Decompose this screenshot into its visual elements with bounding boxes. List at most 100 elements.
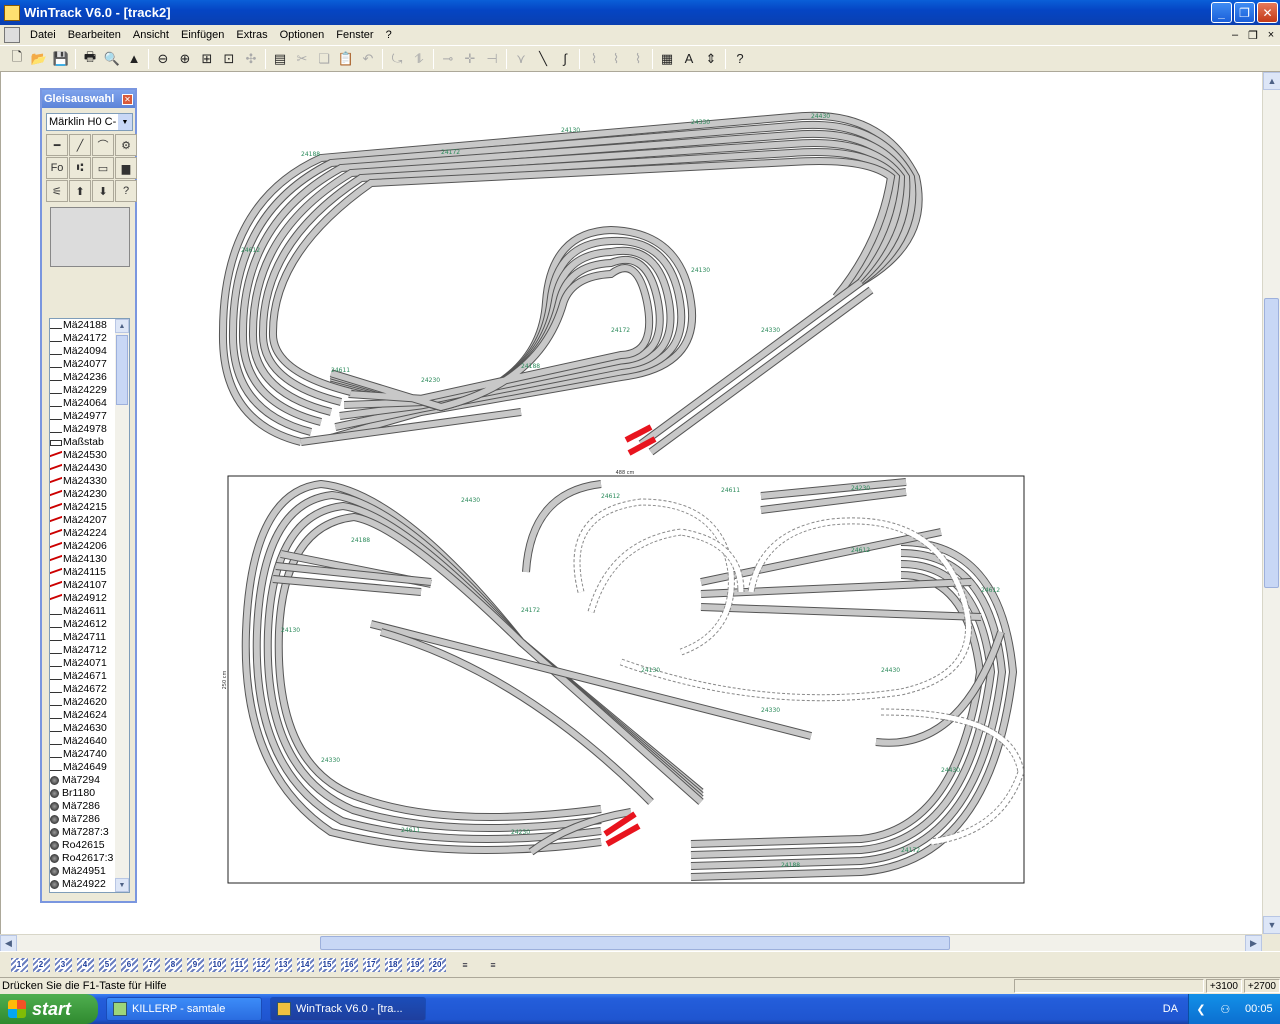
doc-minimize-button[interactable]: – bbox=[1226, 29, 1244, 42]
print-preview-icon[interactable]: 🔍 bbox=[101, 48, 123, 70]
list-item[interactable]: Mä24236 bbox=[50, 371, 116, 384]
list-item[interactable]: Ro42615 bbox=[50, 839, 116, 852]
layer-10-button[interactable]: 10 bbox=[206, 954, 228, 976]
turntable-icon[interactable]: ⚙ bbox=[115, 134, 137, 156]
zoom-fit-icon[interactable]: ✣ bbox=[240, 48, 262, 70]
list-item[interactable]: Mä24740 bbox=[50, 748, 116, 761]
flex-b-icon[interactable]: ⌇ bbox=[605, 48, 627, 70]
print-icon[interactable]: 🖶 bbox=[79, 48, 101, 70]
close-button[interactable]: ✕ bbox=[1257, 2, 1278, 23]
raise-icon[interactable]: ⬆ bbox=[69, 180, 91, 202]
track-selection-panel[interactable]: Gleisauswahl ✕ Märklin H0 C- ▼ ━ ╱ ⌒ ⚙ Fo ⑆ ▭ ▆… bbox=[40, 88, 137, 903]
list-item[interactable]: Mä24712 bbox=[50, 644, 116, 657]
list-scrollbar[interactable]: ▲ ▼ bbox=[115, 319, 129, 892]
text-icon[interactable]: A bbox=[678, 48, 700, 70]
list-item[interactable]: Mä24064 bbox=[50, 397, 116, 410]
rotate-icon[interactable]: ⤿ bbox=[386, 48, 408, 70]
context-help-icon[interactable]: ? bbox=[729, 48, 751, 70]
list-item[interactable]: Mä24922 bbox=[50, 878, 116, 891]
undo-icon[interactable]: ↶ bbox=[357, 48, 379, 70]
vertical-scrollbar[interactable]: ▲ ▼ bbox=[1262, 72, 1280, 934]
list-item[interactable]: Mä24711 bbox=[50, 631, 116, 644]
list-scroll-down-icon[interactable]: ▼ bbox=[115, 878, 129, 892]
zoom-in-icon[interactable]: ⊕ bbox=[174, 48, 196, 70]
network-icon[interactable]: ⚇ bbox=[1220, 1003, 1230, 1016]
menu-optionen[interactable]: Optionen bbox=[274, 29, 331, 41]
scroll-up-icon[interactable]: ▲ bbox=[1263, 72, 1280, 90]
scroll-left-icon[interactable]: ◀ bbox=[0, 935, 17, 952]
layer-13-button[interactable]: 13 bbox=[272, 954, 294, 976]
panel-title-bar[interactable]: Gleisauswahl ✕ bbox=[42, 90, 135, 108]
list-item[interactable]: Mä24649 bbox=[50, 761, 116, 774]
track-plan[interactable]: 24188 24172 24130 24330 24430 24612 24611 24230… bbox=[1, 72, 1262, 934]
building-icon[interactable]: ▭ bbox=[92, 157, 114, 179]
layer-6-button[interactable]: 6 bbox=[118, 954, 140, 976]
list-item[interactable]: Mä24115 bbox=[50, 566, 116, 579]
signal-icon[interactable]: ⑆ bbox=[69, 157, 91, 179]
layer-15-button[interactable]: 15 bbox=[316, 954, 338, 976]
list-item[interactable]: Mä24912 bbox=[50, 592, 116, 605]
list-item[interactable]: Mä7286 bbox=[50, 813, 116, 826]
split-icon[interactable]: ⊣ bbox=[481, 48, 503, 70]
layer-1-button[interactable]: 1 bbox=[8, 954, 30, 976]
flex-curve-icon[interactable]: ╲ bbox=[532, 48, 554, 70]
height-icon[interactable]: ⇕ bbox=[700, 48, 722, 70]
task-killerp[interactable]: KILLERP - samtale bbox=[106, 997, 262, 1021]
list-scroll-thumb[interactable] bbox=[116, 335, 128, 405]
list-item[interactable]: Mä24640 bbox=[50, 735, 116, 748]
layer-16-button[interactable]: 16 bbox=[338, 954, 360, 976]
scroll-down-icon[interactable]: ▼ bbox=[1263, 916, 1280, 934]
list-item[interactable]: Mä24188 bbox=[50, 319, 116, 332]
menu-fenster[interactable]: Fenster bbox=[330, 29, 379, 41]
menu-extras[interactable]: Extras bbox=[230, 29, 273, 41]
layer-7-button[interactable]: 7 bbox=[140, 954, 162, 976]
mirror-icon[interactable]: ⥮ bbox=[408, 48, 430, 70]
list-item[interactable]: Ro42617:3 bbox=[50, 852, 116, 865]
layer-17-button[interactable]: 17 bbox=[360, 954, 382, 976]
list-item[interactable]: Mä24215 bbox=[50, 501, 116, 514]
scroll-right-icon[interactable]: ▶ bbox=[1245, 935, 1262, 952]
layer-settings-icon[interactable]: ≡ bbox=[482, 954, 504, 976]
list-item[interactable]: Mä24172 bbox=[50, 332, 116, 345]
list-item[interactable]: Mä24951 bbox=[50, 865, 116, 878]
language-indicator[interactable]: DA bbox=[1163, 1003, 1178, 1015]
crane-icon[interactable]: ⚟ bbox=[46, 180, 68, 202]
flex-c-icon[interactable]: ⌇ bbox=[627, 48, 649, 70]
list-item[interactable]: Mä24230 bbox=[50, 488, 116, 501]
list-item[interactable]: Mä24229 bbox=[50, 384, 116, 397]
list-item[interactable]: Mä24672 bbox=[50, 683, 116, 696]
align-icon[interactable]: ✛ bbox=[459, 48, 481, 70]
wintrack-app-icon[interactable] bbox=[4, 4, 20, 21]
list-item[interactable]: Mä24671 bbox=[50, 670, 116, 683]
turnout-icon[interactable]: ⌒ bbox=[92, 134, 114, 156]
layer-11-button[interactable]: 11 bbox=[228, 954, 250, 976]
clock[interactable]: 00:05 bbox=[1245, 1003, 1273, 1015]
layer-3-button[interactable]: 3 bbox=[52, 954, 74, 976]
list-item[interactable]: Mä7286 bbox=[50, 800, 116, 813]
layer-all-icon[interactable]: ≡ bbox=[454, 954, 476, 976]
list-item[interactable]: Mä24977 bbox=[50, 410, 116, 423]
menu-datei[interactable]: Datei bbox=[24, 29, 62, 41]
maximize-button[interactable]: ❐ bbox=[1234, 2, 1255, 23]
menu-ansicht[interactable]: Ansicht bbox=[127, 29, 175, 41]
menu-einfuegen[interactable]: Einfügen bbox=[175, 29, 230, 41]
layer-14-button[interactable]: 14 bbox=[294, 954, 316, 976]
help-icon[interactable]: ? bbox=[115, 180, 137, 202]
document-icon[interactable] bbox=[4, 27, 20, 43]
flex-bend-icon[interactable]: ∫ bbox=[554, 48, 576, 70]
list-item[interactable]: Mä24530 bbox=[50, 449, 116, 462]
vertical-scroll-thumb[interactable] bbox=[1264, 298, 1279, 588]
list-item[interactable]: Mä24612 bbox=[50, 618, 116, 631]
3d-view-icon[interactable]: ▲ bbox=[123, 48, 145, 70]
zoom-window-icon[interactable]: ⊞ bbox=[196, 48, 218, 70]
menu-bearbeiten[interactable]: Bearbeiten bbox=[62, 29, 127, 41]
cut-icon[interactable]: ✂ bbox=[291, 48, 313, 70]
minimize-button[interactable]: _ bbox=[1211, 2, 1232, 23]
doc-close-button[interactable]: × bbox=[1262, 29, 1280, 42]
layer-4-button[interactable]: 4 bbox=[74, 954, 96, 976]
horizontal-scroll-thumb[interactable] bbox=[320, 936, 950, 950]
copy-icon[interactable]: ❏ bbox=[313, 48, 335, 70]
tray-expand-icon[interactable]: ❮ bbox=[1196, 1003, 1205, 1016]
list-item[interactable]: Mä7294 bbox=[50, 774, 116, 787]
list-item[interactable]: Mä24207 bbox=[50, 514, 116, 527]
